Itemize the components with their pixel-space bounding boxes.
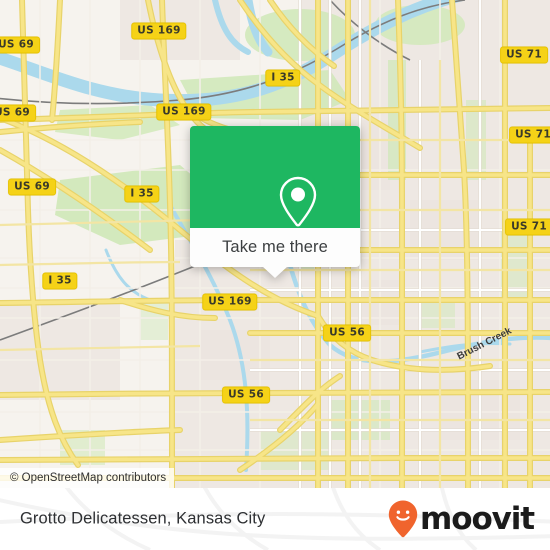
map-screenshot: Brush Creek US 169 US 69 I 35 US 169 US …	[0, 0, 550, 550]
route-shield: I 35	[42, 272, 78, 290]
route-shield: US 71	[500, 46, 548, 64]
map-canvas[interactable]: Brush Creek US 169 US 69 I 35 US 169 US …	[0, 0, 550, 488]
footer-bar: Grotto Delicatessen, Kansas City moovit	[0, 488, 550, 550]
popup-cta-bar[interactable]: Take me there	[190, 228, 360, 267]
osm-attribution[interactable]: © OpenStreetMap contributors	[0, 468, 175, 488]
route-shield: US 56	[222, 386, 270, 404]
route-shield: US 169	[131, 22, 187, 40]
route-shield: US 169	[202, 293, 258, 311]
route-shield: US 69	[0, 36, 40, 54]
place-title: Grotto Delicatessen, Kansas City	[20, 509, 266, 528]
moovit-pin-smiley-icon	[388, 500, 418, 538]
route-shield: I 35	[124, 185, 160, 203]
popup-cta-label: Take me there	[222, 238, 328, 256]
route-shield: US 56	[323, 324, 371, 342]
location-popup[interactable]: Take me there	[190, 126, 360, 278]
osm-attribution-text: © OpenStreetMap contributors	[10, 472, 167, 484]
route-shield: US 71	[509, 126, 550, 144]
moovit-logo[interactable]: moovit	[388, 500, 535, 538]
popup-tail	[262, 266, 288, 278]
route-shield: US 69	[8, 178, 56, 196]
route-shield: US 69	[0, 104, 36, 122]
route-shield: I 35	[265, 69, 301, 87]
route-shield: US 169	[156, 103, 212, 121]
moovit-wordmark: moovit	[420, 500, 535, 537]
route-shield: US 71	[505, 218, 550, 236]
